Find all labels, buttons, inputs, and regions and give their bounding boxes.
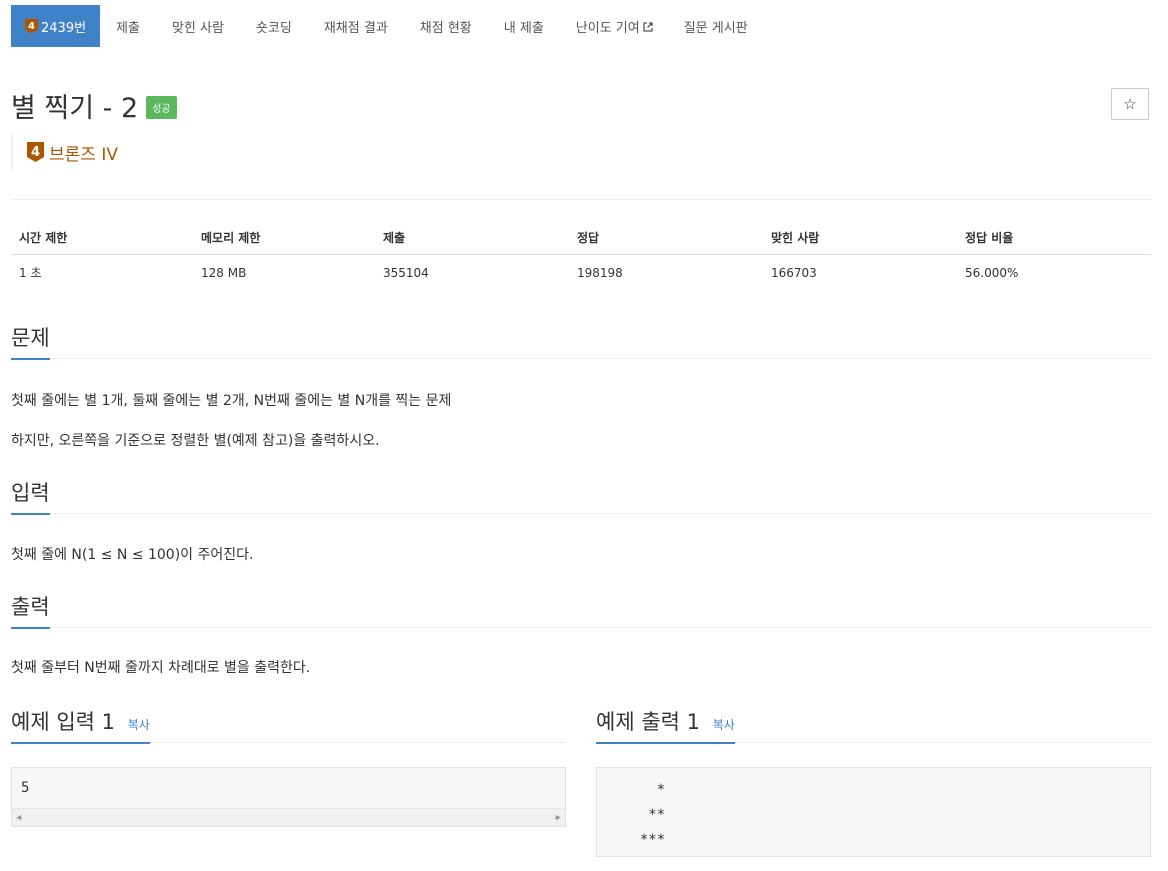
header-time-limit: 시간 제한 [11, 221, 193, 255]
sample-output-heading-bar: 예제 출력 1 복사 [596, 706, 1151, 744]
sample-input-content: 5 [21, 780, 30, 796]
problem-heading: 문제 [11, 322, 50, 360]
tier-label[interactable]: 브론즈 IV [49, 140, 118, 165]
nav-problem-number[interactable]: 4 2439번 [11, 5, 101, 47]
status-badge: 성공 [146, 96, 177, 119]
nav-judge-status[interactable]: 채점 현황 [404, 5, 488, 47]
problem-text-line-1: 첫째 줄에는 별 1개, 둘째 줄에는 별 2개, N번째 줄에는 별 N개를 … [11, 393, 452, 409]
sample-output-content: * ** *** [597, 768, 1150, 871]
nav-submit[interactable]: 제출 [100, 5, 156, 47]
horizontal-scrollbar[interactable]: ◀ ▶ [12, 808, 565, 826]
header-solvers: 맞힌 사람 [763, 221, 957, 255]
table-row: 1 초 128 MB 355104 198198 166703 56.000% [11, 255, 1151, 291]
sample-output-box[interactable]: * ** *** [596, 767, 1151, 857]
problem-heading-bar: 문제 [11, 322, 1151, 360]
tier-line: 4 브론즈 IV [11, 133, 118, 171]
output-heading: 출력 [11, 591, 50, 629]
sample-input-heading-bar: 예제 입력 1 복사 [11, 706, 566, 744]
output-heading-bar: 출력 [11, 591, 1151, 629]
nav-difficulty-contribution[interactable]: 난이도 기여 [560, 5, 668, 47]
page-title: 별 찍기 - 2 [11, 93, 139, 124]
sample-input-box[interactable]: 5 ◀ ▶ [11, 767, 566, 827]
memory-limit-value: 128 MB [201, 265, 247, 280]
input-text: 첫째 줄에 N(1 ≤ N ≤ 100)이 주어진다. [11, 547, 254, 563]
nav-qna-board[interactable]: 질문 게시판 [668, 5, 764, 47]
time-limit-value: 1 초 [19, 266, 42, 280]
sample-output-line: ** [623, 807, 666, 823]
bronze-tier-icon: 4 [25, 18, 38, 34]
input-section: 입력 [11, 477, 1151, 515]
header-accepted: 정답 [569, 221, 763, 255]
copy-sample-output-button[interactable]: 복사 [713, 718, 735, 732]
accept-ratio-value: 56.000% [965, 265, 1019, 280]
input-heading: 입력 [11, 477, 50, 515]
copy-sample-input-button[interactable]: 복사 [128, 718, 150, 732]
nav-short-coding[interactable]: 숏코딩 [240, 5, 308, 47]
nav-problem-number-label: 2439번 [41, 20, 87, 36]
problem-info-table: 시간 제한 메모리 제한 제출 정답 맞힌 사람 정답 비율 1 초 128 M… [11, 221, 1151, 290]
nav-difficulty-label: 난이도 기여 [575, 20, 640, 36]
sample-input-section: 예제 입력 1 복사 [11, 706, 566, 744]
sample-input-title: 예제 입력 1 [11, 710, 115, 734]
sample-input-heading: 예제 입력 1 복사 [11, 706, 150, 744]
accepted-value: 198198 [577, 265, 623, 280]
output-section: 출력 [11, 591, 1151, 629]
sample-output-heading: 예제 출력 1 복사 [596, 706, 735, 744]
table-header-row: 시간 제한 메모리 제한 제출 정답 맞힌 사람 정답 비율 [11, 221, 1151, 255]
favorite-star-button[interactable]: ☆ [1111, 88, 1149, 120]
header-submissions: 제출 [375, 221, 569, 255]
divider [11, 199, 1151, 200]
problem-nav: 4 2439번 제출 맞힌 사람 숏코딩 재채점 결과 채점 현황 내 제출 난… [11, 5, 764, 47]
problem-text-line-2: 하지만, 오른쪽을 기준으로 정렬한 별(예제 참고)을 출력하시오. [11, 433, 380, 449]
sample-output-section: 예제 출력 1 복사 [596, 706, 1151, 744]
nav-my-submissions[interactable]: 내 제출 [488, 5, 560, 47]
sample-output-line: * [623, 782, 666, 798]
scroll-right-icon[interactable]: ▶ [556, 813, 561, 823]
scroll-left-icon[interactable]: ◀ [16, 813, 21, 823]
nav-solvers[interactable]: 맞힌 사람 [156, 5, 240, 47]
solvers-value: 166703 [771, 265, 817, 280]
output-text: 첫째 줄부터 N번째 줄까지 차례대로 별을 출력한다. [11, 660, 311, 676]
title-row: 별 찍기 - 2 성공 [11, 86, 177, 125]
nav-rejudge-results[interactable]: 재채점 결과 [308, 5, 404, 47]
external-link-icon [643, 21, 653, 32]
bronze-tier-icon: 4 [27, 142, 44, 162]
header-memory-limit: 메모리 제한 [193, 221, 375, 255]
star-icon: ☆ [1123, 95, 1137, 113]
input-heading-bar: 입력 [11, 477, 1151, 515]
sample-output-line: *** [623, 832, 666, 848]
problem-section: 문제 [11, 322, 1151, 360]
sample-output-title: 예제 출력 1 [596, 710, 700, 734]
header-accept-ratio: 정답 비율 [957, 221, 1151, 255]
submissions-value: 355104 [383, 265, 429, 280]
